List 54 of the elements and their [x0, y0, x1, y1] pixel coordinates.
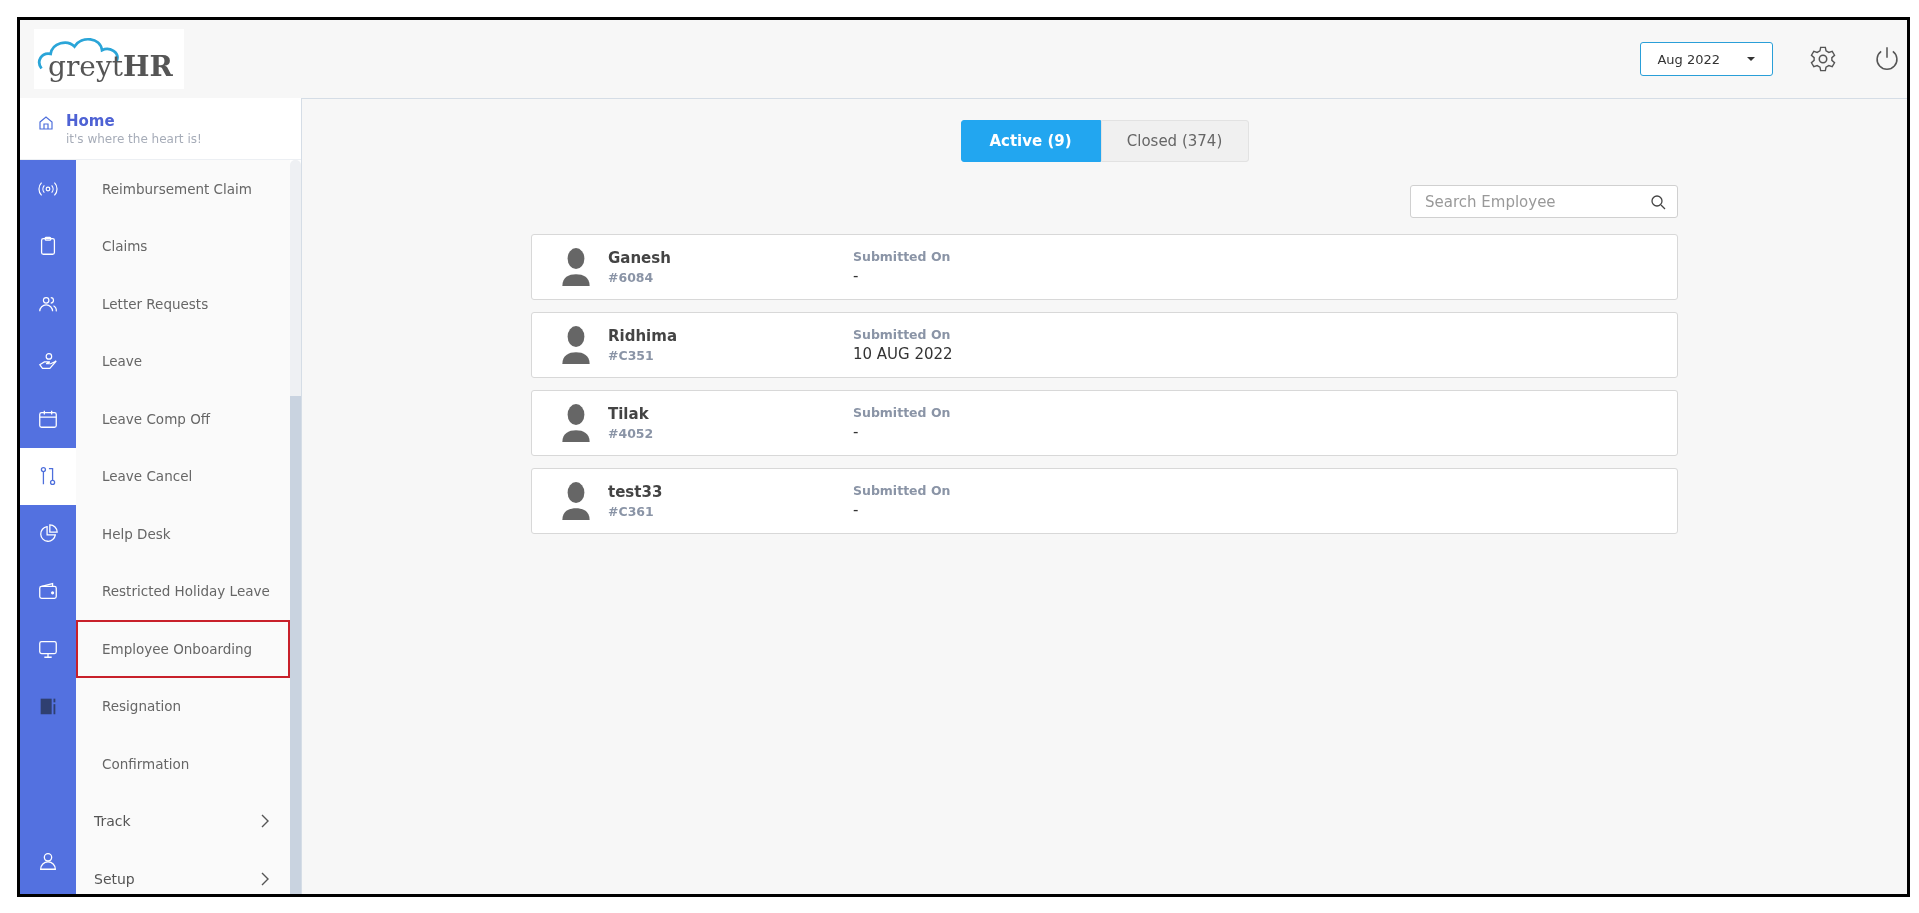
submitted-label: Submitted On — [853, 483, 951, 498]
submitted-date: - — [853, 501, 860, 519]
avatar-icon — [560, 324, 592, 366]
search-icon — [1650, 194, 1666, 210]
menu-item[interactable]: Letter Requests — [76, 275, 290, 333]
avatar-icon — [560, 246, 592, 288]
menu-item[interactable]: Leave Comp Off — [76, 390, 290, 448]
submitted-label: Submitted On — [853, 405, 951, 420]
scrollbar[interactable] — [290, 160, 301, 894]
menu-item[interactable]: Resignation — [76, 677, 290, 735]
employee-id: #C351 — [608, 348, 655, 363]
menu-item[interactable]: Restricted Holiday Leave — [76, 562, 290, 620]
menu-item[interactable]: Employee Onboarding — [76, 620, 290, 678]
home-icon — [38, 115, 54, 131]
employee-card[interactable]: Ganesh #6084 Submitted On - — [531, 234, 1678, 300]
menu-item[interactable]: Leave — [76, 332, 290, 390]
submitted-label: Submitted On — [853, 327, 952, 342]
chevron-right-icon — [261, 814, 270, 829]
settings-icon[interactable] — [1809, 45, 1837, 73]
menu-item[interactable]: Claims — [76, 217, 290, 275]
menu-item[interactable]: Reimbursement Claim — [76, 160, 290, 218]
branch-tab[interactable] — [20, 447, 76, 505]
submitted-date: 10 AUG 2022 — [853, 345, 953, 363]
caret-icon — [1746, 56, 1756, 62]
home-subtitle: it's where the heart is! — [66, 132, 202, 146]
search-field[interactable]: Search Employee — [1410, 185, 1678, 218]
employee-id: #C361 — [608, 504, 655, 519]
employee-card[interactable]: Ridhima #C351 Submitted On 10 AUG 2022 — [531, 312, 1678, 378]
submitted-label: Submitted On — [853, 249, 951, 264]
avatar-icon — [560, 480, 592, 522]
menu-item[interactable]: Help Desk — [76, 505, 290, 563]
power-icon[interactable] — [1873, 45, 1901, 73]
logo: greytHR — [34, 29, 184, 89]
profile-icon[interactable] — [37, 850, 59, 872]
avatar-icon — [560, 402, 592, 444]
menu-item[interactable]: Setup — [76, 850, 290, 894]
month-dropdown[interactable]: Aug 2022 — [1640, 42, 1773, 76]
employee-name: Ridhima — [608, 327, 678, 345]
employee-card[interactable]: Tilak #4052 Submitted On - — [531, 390, 1678, 456]
employee-name: Ganesh — [608, 249, 672, 267]
menu-item[interactable]: Confirmation — [76, 735, 290, 793]
submitted-date: - — [853, 423, 860, 441]
submitted-date: - — [853, 267, 860, 285]
menu-item[interactable]: Track — [76, 792, 290, 850]
home-title: Home — [66, 112, 116, 130]
employee-id: #6084 — [608, 270, 655, 285]
chevron-right-icon — [261, 871, 270, 886]
pie-chart-icon — [37, 522, 59, 545]
employee-id: #4052 — [608, 426, 655, 441]
employee-name: Tilak — [608, 405, 650, 423]
status-tab[interactable]: Closed (374) — [1100, 120, 1249, 162]
employee-card[interactable]: test33 #C361 Submitted On - — [531, 468, 1678, 534]
menu-item[interactable]: Leave Cancel — [76, 447, 290, 505]
employee-name: test33 — [608, 483, 664, 501]
